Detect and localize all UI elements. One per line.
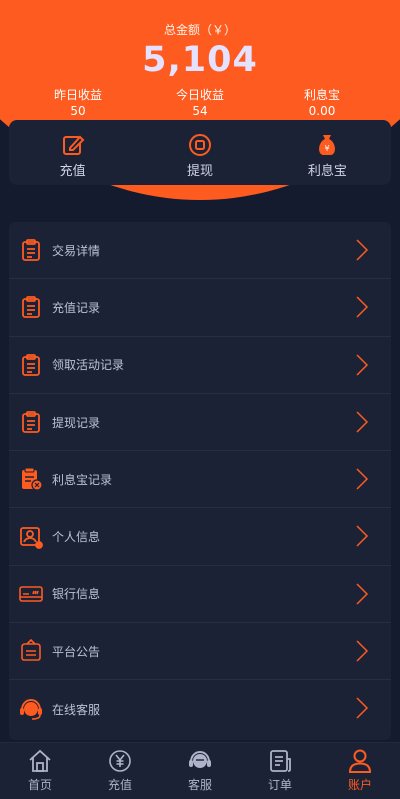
recharge-icon <box>62 135 85 155</box>
total-amount-label: 总金额（￥） <box>163 23 236 37</box>
menu-item-personal-info[interactable]: 个人信息 <box>9 508 391 566</box>
home-icon <box>29 749 51 772</box>
total-amount-value: 5,104 <box>142 40 258 80</box>
withdraw-label: 提现 <box>186 164 213 179</box>
chevron-right-icon <box>356 354 369 376</box>
headset-icon <box>189 750 211 768</box>
recharge-label: 充值 <box>59 164 86 179</box>
stat-value: 50 <box>70 104 86 118</box>
clipboard-icon <box>18 409 44 435</box>
menu-item-label: 领取活动记录 <box>52 358 125 373</box>
clipboard-icon <box>18 294 44 320</box>
tab-label: 首页 <box>27 778 52 792</box>
tab-home[interactable]: 首页 <box>0 743 80 799</box>
yen-coin-icon <box>109 750 131 772</box>
svg-text:¥: ¥ <box>325 144 330 153</box>
menu-item-bank-info[interactable]: 银行信息 <box>9 566 391 624</box>
chevron-right-icon <box>356 697 369 719</box>
bank-card-icon <box>18 581 44 607</box>
quick-actions: 充值 提现 ¥ 利息宝 <box>9 120 391 185</box>
stat-today: 今日收益 54 <box>145 87 255 119</box>
account-menu: 交易详情 充值记录 领取活动记录 提现记录 利息宝记录 个人信息 银行信息 平台… <box>9 222 391 740</box>
menu-item-activity-records[interactable]: 领取活动记录 <box>9 337 391 394</box>
tab-recharge[interactable]: 充值 <box>80 743 160 799</box>
menu-item-label: 提现记录 <box>52 415 101 430</box>
chevron-right-icon <box>356 239 369 261</box>
stat-interest: 利息宝 0.00 <box>267 87 377 119</box>
menu-item-withdraw-records[interactable]: 提现记录 <box>9 394 391 452</box>
chevron-right-icon <box>356 640 369 662</box>
menu-item-announcements[interactable]: 平台公告 <box>9 623 391 681</box>
clipboard-icon <box>18 237 44 263</box>
chevron-right-icon <box>356 583 369 605</box>
stat-label: 昨日收益 <box>53 88 102 102</box>
tab-support[interactable]: 客服 <box>160 743 240 799</box>
clipboard-icon <box>18 352 44 378</box>
stat-label: 今日收益 <box>175 88 224 102</box>
menu-item-online-support[interactable]: 在线客服 <box>9 680 391 737</box>
bottom-tab-bar: 首页 充值 客服 订单 账户 <box>0 742 400 799</box>
chevron-right-icon <box>356 468 369 490</box>
interest-button[interactable]: ¥ 利息宝 <box>264 120 391 185</box>
tab-orders[interactable]: 订单 <box>240 743 320 799</box>
withdraw-button[interactable]: 提现 <box>136 120 263 185</box>
tab-label: 客服 <box>187 778 212 792</box>
tab-label: 充值 <box>107 778 132 792</box>
withdraw-icon <box>188 134 211 156</box>
tab-account[interactable]: 账户 <box>320 743 400 799</box>
document-icon <box>270 750 291 772</box>
stat-value: 54 <box>192 104 208 118</box>
clipboard-coin-icon <box>18 466 44 492</box>
announcement-icon <box>18 638 44 664</box>
headset-icon <box>18 696 44 722</box>
user-card-icon <box>18 524 44 550</box>
stat-value: 0.00 <box>308 104 336 118</box>
menu-item-label: 个人信息 <box>52 530 101 545</box>
menu-item-label: 利息宝记录 <box>52 472 113 487</box>
menu-item-recharge-records[interactable]: 充值记录 <box>9 279 391 337</box>
menu-item-label: 交易详情 <box>52 243 101 258</box>
user-icon <box>348 749 372 773</box>
menu-item-label: 银行信息 <box>52 587 101 602</box>
chevron-right-icon <box>356 296 369 318</box>
chevron-right-icon <box>356 411 369 433</box>
interest-label: 利息宝 <box>307 164 347 179</box>
menu-item-label: 在线客服 <box>52 702 101 717</box>
recharge-button[interactable]: 充值 <box>9 120 136 185</box>
menu-item-label: 充值记录 <box>52 300 101 315</box>
money-bag-icon: ¥ <box>319 135 336 155</box>
menu-item-label: 平台公告 <box>52 644 101 659</box>
chevron-right-icon <box>356 525 369 548</box>
stat-label: 利息宝 <box>303 88 340 102</box>
tab-label: 订单 <box>267 778 292 792</box>
stat-yesterday: 昨日收益 50 <box>23 87 133 119</box>
menu-item-interest-records[interactable]: 利息宝记录 <box>9 451 391 509</box>
menu-item-transaction-details[interactable]: 交易详情 <box>9 222 391 280</box>
tab-label: 账户 <box>347 778 372 792</box>
